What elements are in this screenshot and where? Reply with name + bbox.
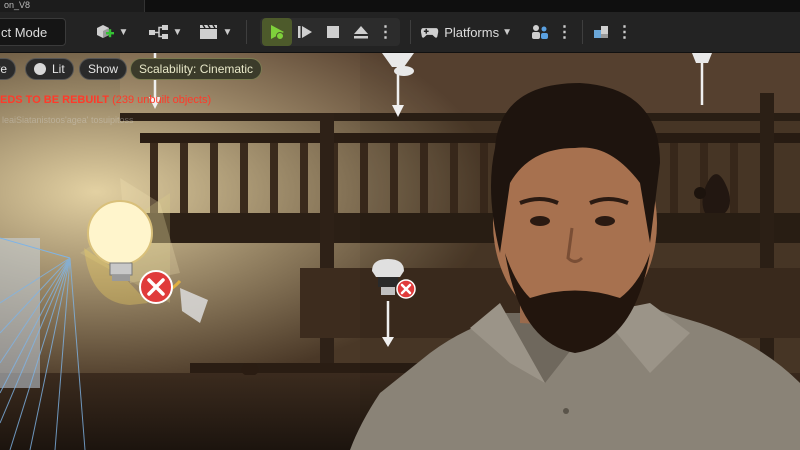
- view-mode-label: ve: [0, 62, 7, 76]
- toolbar-divider: [246, 20, 247, 44]
- stop-button[interactable]: [318, 18, 348, 46]
- blueprint-icon: [148, 25, 168, 39]
- toolbar-divider: [582, 20, 583, 44]
- level-tab[interactable]: on_V8: [0, 0, 145, 12]
- lit-mode-button[interactable]: Lit: [25, 58, 74, 80]
- layout-button[interactable]: [590, 18, 612, 46]
- eject-icon: [354, 26, 368, 39]
- show-button[interactable]: Show: [79, 58, 128, 80]
- play-next-button[interactable]: [290, 18, 320, 46]
- add-actor-button[interactable]: ▼: [92, 18, 130, 46]
- lighting-rebuild-warning: EDS TO BE REBUILT (239 unbuilt objects): [0, 94, 211, 106]
- chevron-down-icon: ▼: [118, 26, 129, 38]
- play-options-button[interactable]: ⋮: [372, 18, 398, 46]
- settings-icon: [532, 25, 548, 39]
- toolbar-divider: [410, 20, 411, 44]
- chevron-down-icon: ▼: [222, 26, 233, 38]
- spot-light-gizmo[interactable]: [378, 53, 418, 123]
- play-controls: ⋮: [260, 18, 400, 46]
- settings-more-button[interactable]: ⋮: [556, 18, 573, 46]
- platforms-icon: [420, 28, 439, 38]
- chevron-down-icon: ▼: [172, 26, 183, 38]
- faint-message: leaiSiatanistoos'agea' tosuipitoss: [2, 115, 134, 125]
- more-icon: ⋮: [616, 24, 633, 41]
- point-light-gizmo[interactable]: [362, 251, 422, 361]
- level-viewport[interactable]: ve Lit Show Scalability: Cinematic EDS T…: [0, 53, 800, 450]
- platforms-button[interactable]: Platforms ▼: [420, 18, 512, 46]
- scalability-label: Scalability: Cinematic: [139, 62, 254, 76]
- unbuilt-count: (239 unbuilt objects): [112, 94, 212, 106]
- lit-label: Lit: [52, 62, 65, 76]
- mode-selector-button[interactable]: ct Mode: [0, 18, 66, 46]
- title-bar: on_V8: [0, 0, 800, 12]
- add-actor-icon: [96, 25, 114, 38]
- light-source-gizmo[interactable]: [70, 193, 240, 343]
- mode-label: ct Mode: [1, 24, 48, 40]
- platforms-label: Platforms: [444, 24, 500, 40]
- main-toolbar: ct Mode ▼ ▼ ▼ ⋮ Platforms ▼ ⋮ ⋮: [0, 12, 800, 53]
- directional-arrow-gizmo[interactable]: [690, 53, 714, 113]
- cinematics-icon: [199, 24, 217, 39]
- more-icon: ⋮: [377, 24, 394, 41]
- chevron-down-icon: ▼: [502, 26, 512, 38]
- lit-sphere-icon: [34, 63, 46, 75]
- show-label: Show: [88, 62, 119, 76]
- play-icon: [271, 25, 284, 40]
- layout-icon: [594, 26, 608, 38]
- rebuild-warning-text: EDS TO BE REBUILT: [0, 94, 109, 106]
- scalability-button[interactable]: Scalability: Cinematic: [130, 58, 263, 80]
- cinematics-button[interactable]: ▼: [196, 18, 234, 46]
- play-button[interactable]: [262, 18, 292, 46]
- light-bulb-icon: [87, 200, 153, 266]
- settings-button[interactable]: [528, 18, 552, 46]
- layout-more-button[interactable]: ⋮: [616, 18, 633, 46]
- stop-icon: [327, 26, 339, 38]
- more-icon: ⋮: [556, 24, 573, 41]
- blueprint-button[interactable]: ▼: [146, 18, 184, 46]
- play-next-icon: [298, 26, 312, 38]
